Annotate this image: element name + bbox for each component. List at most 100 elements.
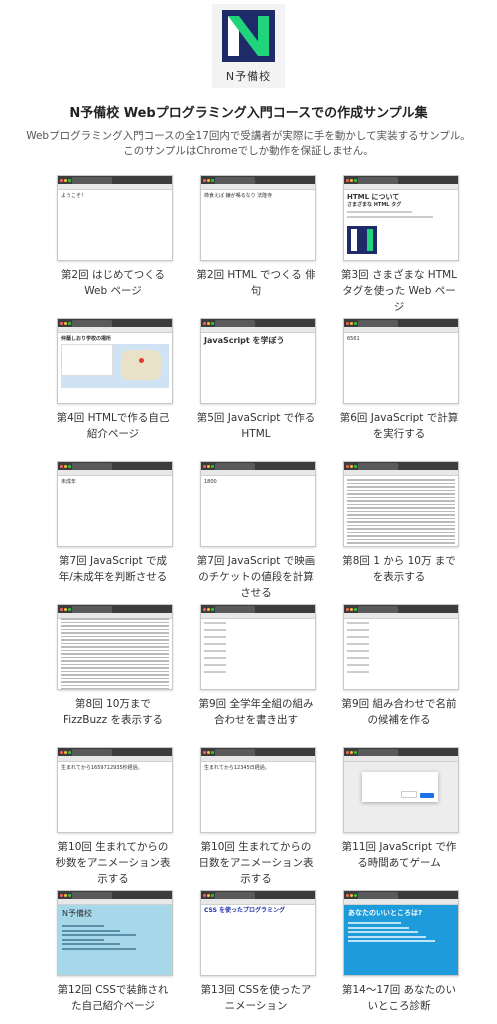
window-dot-icon [211,178,214,182]
thumbnail-text: 生まれてから12345日経過。 [204,765,270,771]
browser-titlebar [58,462,172,470]
sample-caption[interactable]: 第10回 生まれてからの日数をアニメーション表示する [196,839,316,887]
sample-thumbnail[interactable]: JavaScript を学ぼう [200,318,316,404]
sample-caption[interactable]: 第9回 組み合わせで名前の候補を作る [339,696,459,728]
browser-titlebar [344,891,458,899]
window-dot-icon [68,178,71,182]
sample-card[interactable]: 第8回 1 から 10万 までを表示する [342,461,461,585]
sample-card[interactable]: 1800 第7回 JavaScript で映画のチケットの値段を計算させる [197,461,318,601]
thumbnail-text: 6561 [347,336,360,342]
browser-tab [72,892,112,899]
thumbnail-text: あなたのいいところは? [348,909,423,917]
sample-thumbnail[interactable]: N予備校 [57,890,173,976]
window-dot-icon [354,607,357,611]
sample-caption[interactable]: 第8回 1 から 10万 までを表示する [339,553,459,585]
sample-thumbnail[interactable]: 仲薗しおり学校の場所 [57,318,173,404]
sample-thumbnail[interactable]: あなたのいいところは? [343,890,459,976]
sample-thumbnail[interactable] [343,747,459,833]
sample-card[interactable]: 生まれてから1659712935秒経過。第10回 生まれてからの秒数をアニメーシ… [55,747,175,887]
sample-card[interactable]: CSS を使ったプログラミング 第13回 CSSを使ったアニメーション [200,890,318,1014]
browser-tab [358,606,398,613]
sample-thumbnail[interactable] [343,461,459,547]
thumbnail-text: N予備校 [62,909,92,918]
sample-card[interactable]: ようこそ！ 第2回 はじめてつくる Web ページ [57,175,175,299]
window-dot-icon [354,321,357,325]
sample-card[interactable]: 生まれてから12345日経過。第10回 生まれてからの日数をアニメーション表示す… [198,747,318,887]
window-dot-icon [346,321,349,325]
browser-titlebar [344,319,458,327]
sample-caption[interactable]: 第7回 JavaScript で成年/未成年を判断させる [53,553,173,585]
sample-card[interactable]: 仲薗しおり学校の場所 第4回 HTMLで作る自己紹介ページ [57,318,175,442]
window-dot-icon [211,750,214,754]
thumbnail-content: 仲薗しおり学校の場所 [61,336,169,388]
sample-card[interactable]: 6561 第6回 JavaScript で計算を実行する [340,318,461,442]
sample-thumbnail[interactable]: 1800 [200,461,316,547]
map-embed [61,344,169,388]
sample-card[interactable]: 第9回 組み合わせで名前の候補を作る [341,604,461,728]
thumbnail-content: ようこそ！ [61,193,169,199]
sample-card[interactable]: 未成年 第7回 JavaScript で成年/未成年を判断させる [57,461,175,585]
browser-titlebar [58,319,172,327]
window-dot-icon [346,750,349,754]
thumbnail-content: JavaScript を学ぼう [204,336,312,346]
thumbnail-text: 未成年 [61,479,77,485]
sample-thumbnail[interactable]: CSS を使ったプログラミング [200,890,316,976]
sample-card[interactable]: HTML について さまざまな HTML タグ第3回 さまざまな HTML タグを… [341,175,461,315]
thumbnail-text: さまざまな HTML タグ [347,202,402,208]
window-dot-icon [354,178,357,182]
sample-caption[interactable]: 第8回 10万まで FizzBuzz を表示する [53,696,173,728]
sample-thumbnail[interactable]: HTML について さまざまな HTML タグ [343,175,459,261]
sample-caption[interactable]: 第3回 さまざまな HTML タグを使った Web ページ [339,267,459,315]
sample-card[interactable]: 第11回 JavaScript で作る時間あてゲーム [342,747,461,871]
sample-card[interactable]: 第9回 全学年全組の組み合わせを書き出す [198,604,318,728]
sample-caption[interactable]: 第2回 HTML でつくる 俳句 [196,267,316,299]
sample-thumbnail[interactable]: 生まれてから1659712935秒経過。 [57,747,173,833]
sample-thumbnail[interactable]: 未成年 [57,461,173,547]
browser-tab [215,320,255,327]
window-dot-icon [346,464,349,468]
page-title: N予備校 Webプログラミング入門コースでの作成サンプル集 [69,106,428,121]
thumbnail-text: 仲薗しおり学校の場所 [61,336,112,342]
browser-titlebar [201,891,315,899]
thumbnail-content: あなたのいいところは? [344,905,458,975]
window-dot-icon [350,178,353,182]
sample-thumbnail[interactable]: 柿食えば 鐘が鳴るなり 法隆寺 [200,175,316,261]
address-bar [344,184,458,190]
sample-caption[interactable]: 第10回 生まれてからの秒数をアニメーション表示する [53,839,173,887]
sample-caption[interactable]: 第9回 全学年全組の組み合わせを書き出す [196,696,316,728]
sample-card[interactable]: JavaScript を学ぼう第5回 JavaScript で作る HTML [197,318,318,442]
window-dot-icon [207,178,210,182]
sample-caption[interactable]: 第6回 JavaScript で計算を実行する [339,410,459,442]
sample-card[interactable]: 柿食えば 鐘が鳴るなり 法隆寺第2回 HTML でつくる 俳句 [196,175,318,299]
thumbnail-content: N予備校 [58,905,172,975]
window-dot-icon [346,178,349,182]
browser-tab [72,749,112,756]
thumbnail-content [347,479,455,546]
sample-thumbnail[interactable]: 6561 [343,318,459,404]
sample-thumbnail[interactable] [200,604,316,690]
sample-thumbnail[interactable] [343,604,459,690]
sample-caption[interactable]: 第2回 はじめてつくる Web ページ [53,267,173,299]
sample-thumbnail[interactable] [57,604,173,690]
sample-card[interactable]: 第8回 10万まで FizzBuzz を表示する [57,604,175,728]
sample-caption[interactable]: 第4回 HTMLで作る自己紹介ページ [53,410,173,442]
browser-tab [72,463,112,470]
sample-caption[interactable]: 第7回 JavaScript で映画のチケットの値段を計算させる [196,553,316,601]
sample-thumbnail[interactable]: 生まれてから12345日経過。 [200,747,316,833]
sample-card[interactable]: N予備校 第12回 CSSで装飾された自己紹介ページ [57,890,175,1014]
sample-thumbnail[interactable]: ようこそ！ [57,175,173,261]
sample-caption[interactable]: 第5回 JavaScript で作る HTML [196,410,316,442]
browser-titlebar [201,319,315,327]
sample-caption[interactable]: 第12回 CSSで装飾された自己紹介ページ [53,982,173,1014]
sample-caption[interactable]: 第14〜17回 あなたのいいところ診断 [339,982,459,1014]
thumbnail-text: 生まれてから1659712935秒経過。 [61,765,143,771]
sample-caption[interactable]: 第13回 CSSを使ったアニメーション [196,982,316,1014]
thumbnail-text: HTML について [347,193,400,201]
window-dot-icon [68,750,71,754]
thumbnail-text: CSS を使ったプログラミング [204,907,285,914]
sample-card[interactable]: あなたのいいところは? 第14〜17回 あなたのいいところ診断 [342,890,461,1014]
address-bar [201,613,315,619]
browser-titlebar [201,605,315,613]
sample-caption[interactable]: 第11回 JavaScript で作る時間あてゲーム [339,839,459,871]
window-dot-icon [207,464,210,468]
